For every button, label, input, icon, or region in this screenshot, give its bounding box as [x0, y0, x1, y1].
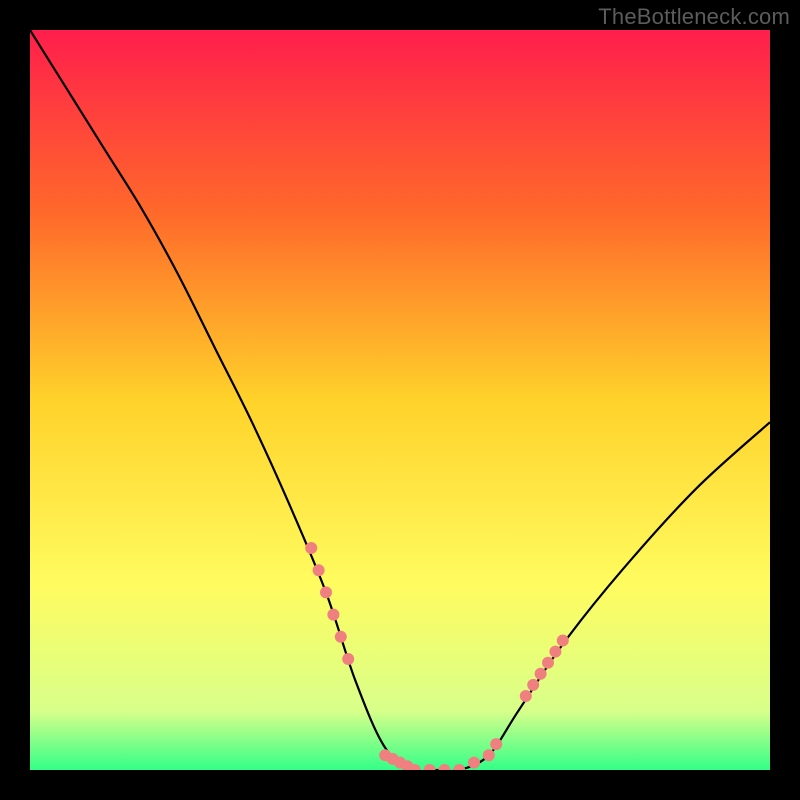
- highlight-dot: [542, 657, 554, 669]
- gradient-background: [30, 30, 770, 770]
- highlight-dot: [527, 679, 539, 691]
- highlight-dot: [468, 757, 480, 769]
- highlight-dot: [342, 653, 354, 665]
- watermark-text: TheBottleneck.com: [598, 4, 790, 30]
- highlight-dot: [490, 738, 502, 750]
- highlight-dot: [557, 635, 569, 647]
- bottleneck-chart: [30, 30, 770, 770]
- plot-area: [30, 30, 770, 770]
- highlight-dot: [520, 690, 532, 702]
- highlight-dot: [335, 631, 347, 643]
- chart-frame: TheBottleneck.com: [0, 0, 800, 800]
- highlight-dot: [549, 646, 561, 658]
- highlight-dot: [535, 668, 547, 680]
- highlight-dot: [320, 586, 332, 598]
- highlight-dot: [313, 564, 325, 576]
- highlight-dot: [327, 609, 339, 621]
- highlight-dot: [305, 542, 317, 554]
- highlight-dot: [483, 749, 495, 761]
